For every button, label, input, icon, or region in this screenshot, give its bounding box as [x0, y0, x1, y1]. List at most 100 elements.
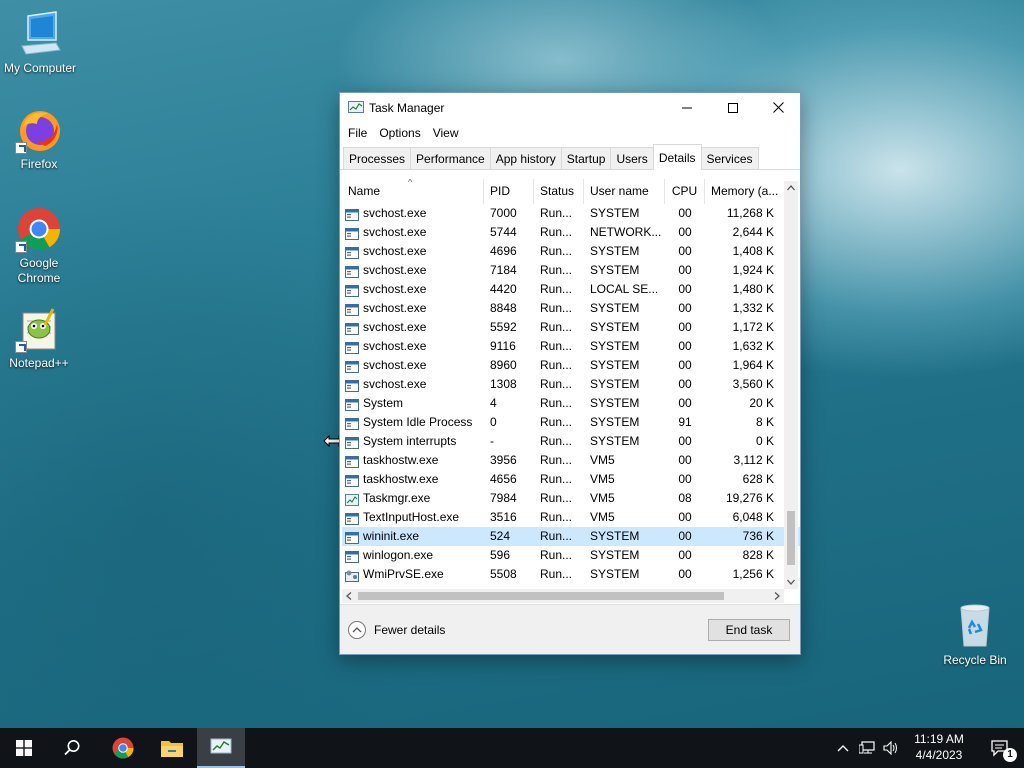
cell-status: Run...: [540, 377, 573, 391]
desktop-icon-my-computer[interactable]: My Computer: [0, 10, 80, 76]
taskbar-chrome-button[interactable]: [99, 728, 147, 768]
clock[interactable]: 11:19 AM 4/4/2023: [906, 731, 972, 763]
desktop-icon-firefox[interactable]: Firefox: [0, 106, 79, 172]
column-header-cpu[interactable]: CPU: [665, 179, 705, 204]
process-icon: [345, 398, 359, 411]
process-name: wininit.exe: [363, 529, 420, 543]
cell-pid: 7984: [490, 491, 517, 505]
taskbar-file-explorer-button[interactable]: [148, 728, 196, 768]
volume-icon[interactable]: [883, 741, 899, 755]
tab-performance[interactable]: Performance: [410, 147, 491, 169]
taskbar-task-manager-button[interactable]: [197, 728, 245, 768]
table-row[interactable]: System interrupts - Run... SYSTEM 00 0 K: [342, 432, 800, 451]
desktop-icon-google-chrome[interactable]: Google Chrome: [0, 205, 79, 286]
tab-startup[interactable]: Startup: [560, 147, 612, 169]
table-row[interactable]: svchost.exe 8848 Run... SYSTEM 00 1,332 K: [342, 299, 800, 318]
maximize-button[interactable]: [710, 93, 756, 122]
table-row[interactable]: taskhostw.exe 3956 Run... VM5 00 3,112 K: [342, 451, 800, 470]
table-row[interactable]: svchost.exe 5744 Run... NETWORK... 00 2,644 K: [342, 223, 800, 242]
search-button[interactable]: [48, 728, 96, 768]
cell-pid: 1308: [490, 377, 517, 391]
tab-users[interactable]: Users: [610, 147, 654, 169]
process-name: System: [363, 396, 404, 410]
table-row[interactable]: winlogon.exe 596 Run... SYSTEM 00 828 K: [342, 546, 800, 565]
clock-time: 11:19 AM: [914, 732, 964, 746]
shortcut-arrow-icon: [15, 241, 27, 253]
column-header-status[interactable]: Status: [534, 179, 584, 204]
table-row[interactable]: wininit.exe 524 Run... SYSTEM 00 736 K: [342, 527, 800, 546]
process-name: svchost.exe: [363, 282, 427, 296]
vertical-scroll-thumb[interactable]: [787, 511, 795, 565]
process-icon: [345, 531, 359, 544]
cell-memory: 8 K: [755, 415, 774, 429]
column-header-user-name[interactable]: User name: [584, 179, 665, 204]
cell-user-name: LOCAL SE...: [590, 282, 659, 296]
menu-view[interactable]: View: [427, 126, 465, 140]
table-row[interactable]: System 4 Run... SYSTEM 00 20 K: [342, 394, 800, 413]
fewer-details-button[interactable]: Fewer details: [348, 621, 445, 639]
table-row[interactable]: svchost.exe 9116 Run... SYSTEM 00 1,632 K: [342, 337, 800, 356]
table-row[interactable]: taskhostw.exe 4656 Run... VM5 00 628 K: [342, 470, 800, 489]
table-row[interactable]: svchost.exe 4696 Run... SYSTEM 00 1,408 K: [342, 242, 800, 261]
process-icon: [345, 322, 359, 335]
horizontal-scroll-thumb[interactable]: [358, 592, 724, 600]
minimize-button[interactable]: [664, 93, 710, 122]
scroll-right-icon[interactable]: [770, 589, 784, 603]
column-header-memory[interactable]: Memory (a...: [705, 179, 782, 204]
menu-file[interactable]: File: [342, 126, 373, 140]
start-button[interactable]: [0, 728, 48, 768]
cell-status: Run...: [540, 510, 573, 524]
scroll-down-icon[interactable]: [784, 575, 798, 589]
task-manager-window[interactable]: Task Manager File Options View Processes…: [339, 92, 801, 655]
table-row[interactable]: Taskmgr.exe 7984 Run... VM5 08 19,276 K: [342, 489, 800, 508]
desktop-icon-recycle-bin[interactable]: Recycle Bin: [935, 602, 1015, 668]
cell-user-name: SYSTEM: [590, 434, 640, 448]
table-row[interactable]: svchost.exe 4420 Run... LOCAL SE... 00 1,480 …: [342, 280, 800, 299]
cell-status: Run...: [540, 244, 573, 258]
network-icon[interactable]: [859, 741, 875, 755]
cell-name: System Idle Process: [342, 413, 484, 432]
cell-status: Run...: [540, 263, 573, 277]
cell-cpu: 00: [678, 434, 692, 448]
table-row[interactable]: svchost.exe 7000 Run... SYSTEM 00 11,268 K: [342, 204, 800, 223]
scroll-up-icon[interactable]: [784, 181, 798, 195]
cell-memory: 1,408 K: [732, 244, 774, 258]
process-icon: [345, 436, 359, 449]
horizontal-scrollbar[interactable]: [342, 589, 784, 603]
table-row[interactable]: System Idle Process 0 Run... SYSTEM 91 8 K: [342, 413, 800, 432]
action-center-button[interactable]: 1: [976, 728, 1024, 768]
cell-memory: 1,480 K: [732, 282, 774, 296]
process-name: System Idle Process: [363, 415, 473, 429]
column-header-pid[interactable]: PID: [484, 179, 534, 204]
table-row[interactable]: svchost.exe 8960 Run... SYSTEM 00 1,964 K: [342, 356, 800, 375]
scroll-left-icon[interactable]: [342, 589, 356, 603]
tab-details[interactable]: Details: [652, 144, 702, 170]
process-icon: [345, 303, 359, 316]
desktop-icon-notepad-plus-plus[interactable]: Notepad++: [0, 305, 79, 371]
cell-name: svchost.exe: [342, 223, 484, 242]
table-row[interactable]: svchost.exe 7184 Run... SYSTEM 00 1,924 K: [342, 261, 800, 280]
vertical-scrollbar[interactable]: [784, 181, 798, 589]
table-row[interactable]: svchost.exe 5592 Run... SYSTEM 00 1,172 K: [342, 318, 800, 337]
tab-app-history[interactable]: App history: [489, 147, 562, 169]
cell-memory: 1,332 K: [732, 301, 774, 315]
process-icon: [345, 550, 359, 563]
cell-user-name: VM5: [590, 491, 615, 505]
tab-processes[interactable]: Processes: [343, 147, 412, 169]
cell-pid: 7000: [490, 206, 517, 220]
cell-cpu: 08: [678, 491, 692, 505]
process-name: svchost.exe: [363, 244, 427, 258]
desktop-icon-label: My Computer: [3, 61, 77, 75]
process-name: svchost.exe: [363, 339, 427, 353]
menu-options[interactable]: Options: [373, 126, 426, 140]
chevron-up-icon[interactable]: [836, 743, 850, 753]
column-header-name[interactable]: Name: [342, 179, 484, 204]
title-bar[interactable]: Task Manager: [340, 93, 800, 122]
table-row[interactable]: WmiPrvSE.exe 5508 Run... SYSTEM 00 1,256 K: [342, 565, 800, 584]
table-row[interactable]: svchost.exe 1308 Run... SYSTEM 00 3,560 K: [342, 375, 800, 394]
shortcut-arrow-icon: [15, 341, 27, 353]
tab-services[interactable]: Services: [700, 147, 759, 169]
end-task-button[interactable]: End task: [708, 619, 790, 641]
table-row[interactable]: TextInputHost.exe 3516 Run... VM5 00 6,048 K: [342, 508, 800, 527]
close-button[interactable]: [755, 93, 801, 122]
